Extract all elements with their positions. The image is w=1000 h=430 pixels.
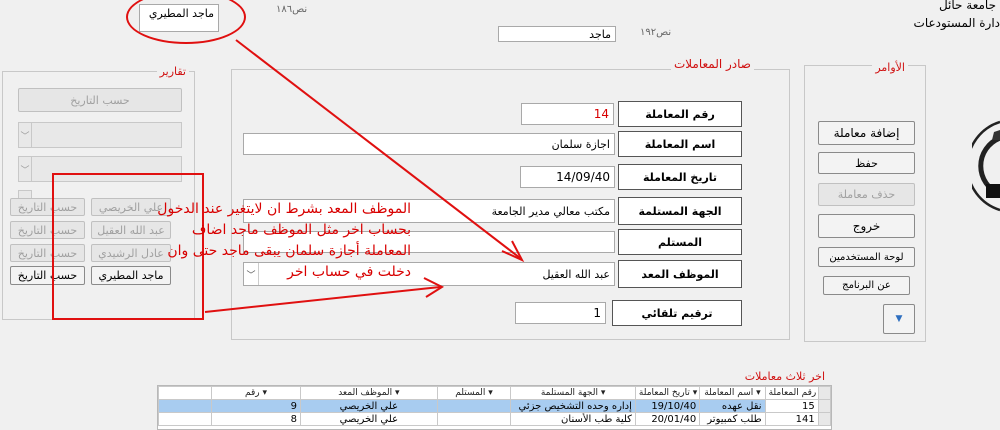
table-cell: إداره وحده التشخيص جزئي: [510, 399, 636, 413]
table-cell: علي الخريصي: [299, 399, 438, 413]
annotation-line-2: بحساب اخر مثل الموظف ماجد اضاف: [191, 222, 411, 238]
table-cell: علي الخريصي: [299, 412, 438, 426]
table-cell: [436, 412, 512, 426]
table-cell: طلب كمبيوتر: [699, 412, 766, 426]
table-cell: [158, 399, 213, 413]
table-cell: 19/10/40: [634, 399, 701, 413]
table-row[interactable]: 8 علي الخريصي كلية طب الأسنان 20/01/40 ط…: [158, 412, 831, 426]
col-header-number[interactable]: رقم المعاملة ▾: [764, 386, 819, 400]
table-cell: كلية طب الأسنان: [510, 412, 636, 426]
annotation-line-3: المعاملة أجازة سلمان يبقى ماجد حتى وان: [167, 243, 411, 259]
table-cell: 9: [211, 399, 301, 413]
col-header-name[interactable]: اسم المعاملة ▾: [699, 386, 766, 400]
table-cell: [158, 412, 213, 426]
col-header-org[interactable]: الجهة المستلمة ▾: [510, 386, 636, 400]
col-header-id[interactable]: رقم ▾: [211, 386, 301, 400]
annotation-line-4: دخلت في حساب اخر: [287, 264, 411, 280]
table-cell: [436, 399, 512, 413]
grid-empty-header: [158, 386, 213, 400]
table-cell: 141: [764, 412, 819, 426]
table-cell: 8: [211, 412, 301, 426]
table-row[interactable]: 9 علي الخريصي إداره وحده التشخيص جزئي 19…: [158, 399, 831, 413]
col-header-date[interactable]: تاريخ المعاملة ▾: [634, 386, 701, 400]
last-three-grid[interactable]: رقم ▾ الموظف المعد ▾ المستلم ▾ الجهة الم…: [157, 385, 832, 430]
row-selector[interactable]: [817, 412, 831, 426]
col-header-receiver[interactable]: المستلم ▾: [436, 386, 512, 400]
annotation-line-1: الموظف المعد بشرط ان لايتغير عند الدخول: [157, 201, 411, 217]
col-header-preparer[interactable]: الموظف المعد ▾: [299, 386, 438, 400]
last-three-title: اخر ثلاث معاملات: [744, 370, 825, 383]
row-selector[interactable]: [817, 399, 831, 413]
row-selector-header: [817, 386, 831, 400]
table-cell: 20/01/40: [634, 412, 701, 426]
grid-header-row: رقم ▾ الموظف المعد ▾ المستلم ▾ الجهة الم…: [158, 386, 831, 400]
table-cell: نقل عهده: [699, 399, 766, 413]
annotation-arrows: [204, 39, 525, 313]
table-cell: 15: [764, 399, 819, 413]
